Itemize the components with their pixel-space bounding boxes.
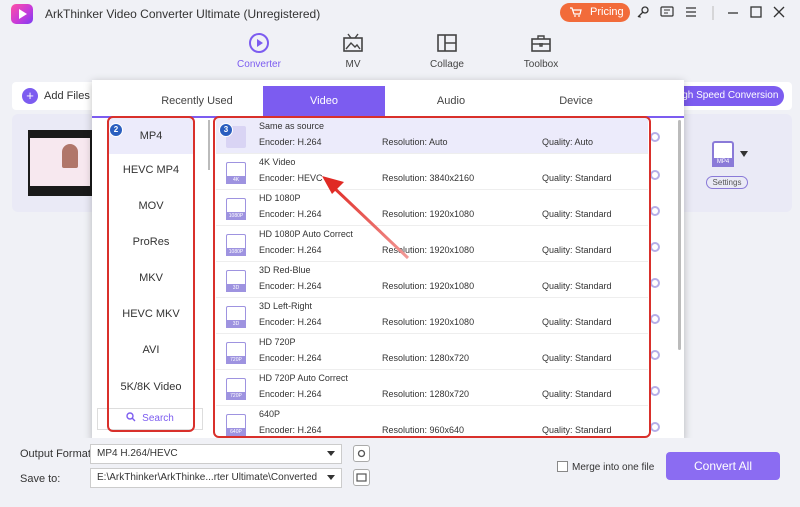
cart-icon <box>570 7 582 17</box>
title-bar: ArkThinker Video Converter Ultimate (Unr… <box>0 0 800 28</box>
save-to-select[interactable]: E:\ArkThinker\ArkThinke...rter Ultimate\… <box>90 468 342 488</box>
gear-icon[interactable] <box>650 314 660 324</box>
chevron-down-icon <box>327 475 335 480</box>
plus-icon: + <box>22 88 38 104</box>
gear-icon[interactable] <box>650 278 660 288</box>
gear-icon[interactable] <box>650 206 660 216</box>
gear-icon[interactable] <box>650 242 660 252</box>
nav-mv-label: MV <box>345 59 361 70</box>
format-tabs: Recently Used Video Audio Device <box>92 86 684 116</box>
window-title: ArkThinker Video Converter Ultimate (Unr… <box>45 7 321 21</box>
preset-list-scrollbar[interactable] <box>678 120 681 350</box>
save-to-value: E:\ArkThinker\ArkThinke...rter Ultimate\… <box>97 472 318 483</box>
annotation-box-preset-list <box>213 116 651 438</box>
thumbnail-figure <box>62 144 78 168</box>
merge-option[interactable]: Merge into one file <box>557 461 654 473</box>
output-format-select[interactable]: MP4 H.264/HEVC <box>90 444 342 464</box>
nav-collage-label: Collage <box>430 59 464 70</box>
merge-checkbox[interactable] <box>557 461 568 472</box>
tab-video[interactable]: Video <box>263 86 385 116</box>
output-settings[interactable]: MP4 Settings <box>702 140 758 190</box>
key-icon[interactable] <box>636 5 650 19</box>
thumbnail-image <box>30 138 90 186</box>
convert-all-button[interactable]: Convert All <box>666 452 780 480</box>
mp4-format-icon[interactable]: MP4 <box>712 141 734 167</box>
gear-icon[interactable] <box>650 132 660 142</box>
tab-device[interactable]: Device <box>516 86 636 116</box>
minimize-icon[interactable] <box>726 5 740 19</box>
mv-icon <box>343 33 363 52</box>
divider-icon <box>712 6 714 20</box>
gear-icon[interactable] <box>650 422 660 432</box>
annotation-box-format-list <box>107 116 195 432</box>
gear-icon[interactable] <box>650 170 660 180</box>
chevron-down-icon <box>327 451 335 456</box>
merge-label: Merge into one file <box>572 462 655 473</box>
close-icon[interactable] <box>772 5 786 19</box>
format-list-scrollbar[interactable] <box>208 120 210 170</box>
gear-icon[interactable] <box>650 386 660 396</box>
nav-collage[interactable]: Collage <box>407 32 487 70</box>
chat-icon[interactable] <box>660 5 674 19</box>
video-thumbnail[interactable] <box>28 130 92 196</box>
nav-converter[interactable]: Converter <box>219 32 299 70</box>
settings-button[interactable]: Settings <box>706 176 748 189</box>
output-format-value: MP4 H.264/HEVC <box>97 448 178 459</box>
step-badge-2: 2 <box>109 123 123 137</box>
add-files-button[interactable]: + Add Files <box>22 88 90 104</box>
annotation-arrow-icon <box>322 176 410 260</box>
output-format-label: Output Format: <box>20 448 94 460</box>
save-to-label: Save to: <box>20 473 61 485</box>
folder-icon <box>356 473 367 482</box>
menu-icon[interactable] <box>684 5 698 19</box>
tab-audio[interactable]: Audio <box>386 86 516 116</box>
app-logo-icon <box>11 4 33 24</box>
toolbox-icon <box>531 35 551 52</box>
tab-recently-used[interactable]: Recently Used <box>132 86 262 116</box>
step-badge-3: 3 <box>219 123 233 137</box>
format-tag: MP4 <box>712 158 734 167</box>
maximize-icon[interactable] <box>749 5 763 19</box>
collage-icon <box>437 34 457 52</box>
gear-icon[interactable] <box>650 350 660 360</box>
nav-toolbox[interactable]: Toolbox <box>501 32 581 70</box>
pricing-button[interactable]: Pricing <box>560 3 630 22</box>
add-files-label: Add Files <box>44 89 90 102</box>
pricing-label: Pricing <box>590 6 624 18</box>
nav-toolbox-label: Toolbox <box>523 59 559 70</box>
nav-mv[interactable]: MV <box>313 32 393 70</box>
format-settings-icon[interactable] <box>353 445 370 462</box>
converter-icon <box>249 33 269 53</box>
gear-settings-icon <box>357 449 366 458</box>
format-dropdown-icon[interactable] <box>740 151 748 157</box>
nav-converter-label: Converter <box>237 59 281 70</box>
open-folder-icon[interactable] <box>353 469 370 486</box>
